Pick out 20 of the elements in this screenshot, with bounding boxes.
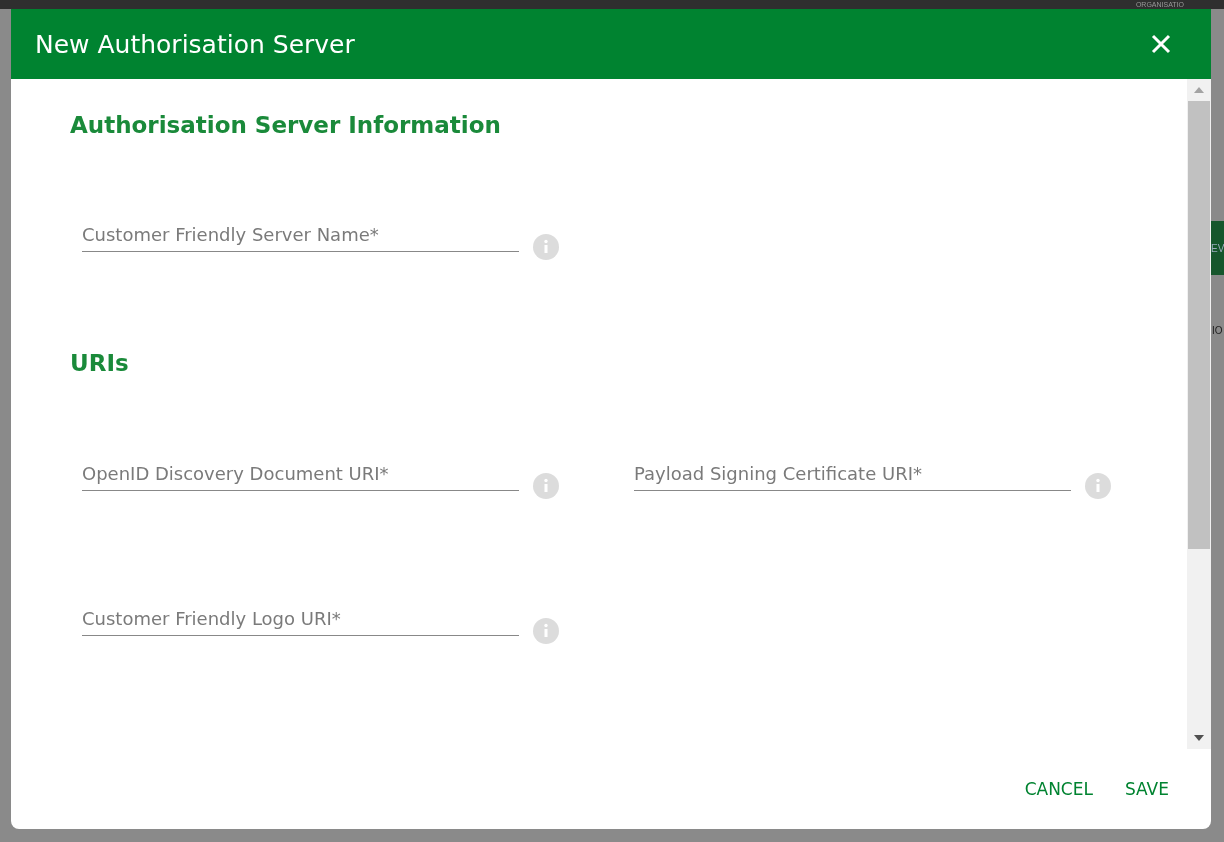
scrollbar-thumb[interactable]	[1188, 101, 1210, 549]
dialog-title: New Authorisation Server	[35, 29, 355, 59]
text-field[interactable]: Payload Signing Certificate URI*	[634, 463, 1071, 491]
info-icon[interactable]	[1085, 473, 1111, 499]
text-field[interactable]: Customer Friendly Server Name*	[82, 224, 519, 252]
background-text: IO	[1212, 325, 1223, 336]
info-icon[interactable]	[533, 618, 559, 644]
info-icon[interactable]	[533, 473, 559, 499]
dialog-button[interactable]: SAVE	[1116, 771, 1177, 807]
background-button[interactable]: EV	[1211, 221, 1224, 275]
section-heading: Authorisation Server Information	[70, 111, 502, 139]
scroll-down-arrow-icon[interactable]	[1194, 735, 1204, 741]
scrollbar[interactable]	[1187, 79, 1211, 749]
dialog-button[interactable]: CANCEL	[1016, 771, 1101, 807]
close-icon[interactable]	[1151, 34, 1171, 54]
info-icon[interactable]	[533, 234, 559, 260]
scroll-up-arrow-icon[interactable]	[1194, 87, 1204, 93]
text-field[interactable]: Customer Friendly Logo URI*	[82, 608, 519, 636]
section-heading: URIs	[70, 349, 130, 375]
text-field[interactable]: OpenID Discovery Document URI*	[82, 463, 519, 491]
